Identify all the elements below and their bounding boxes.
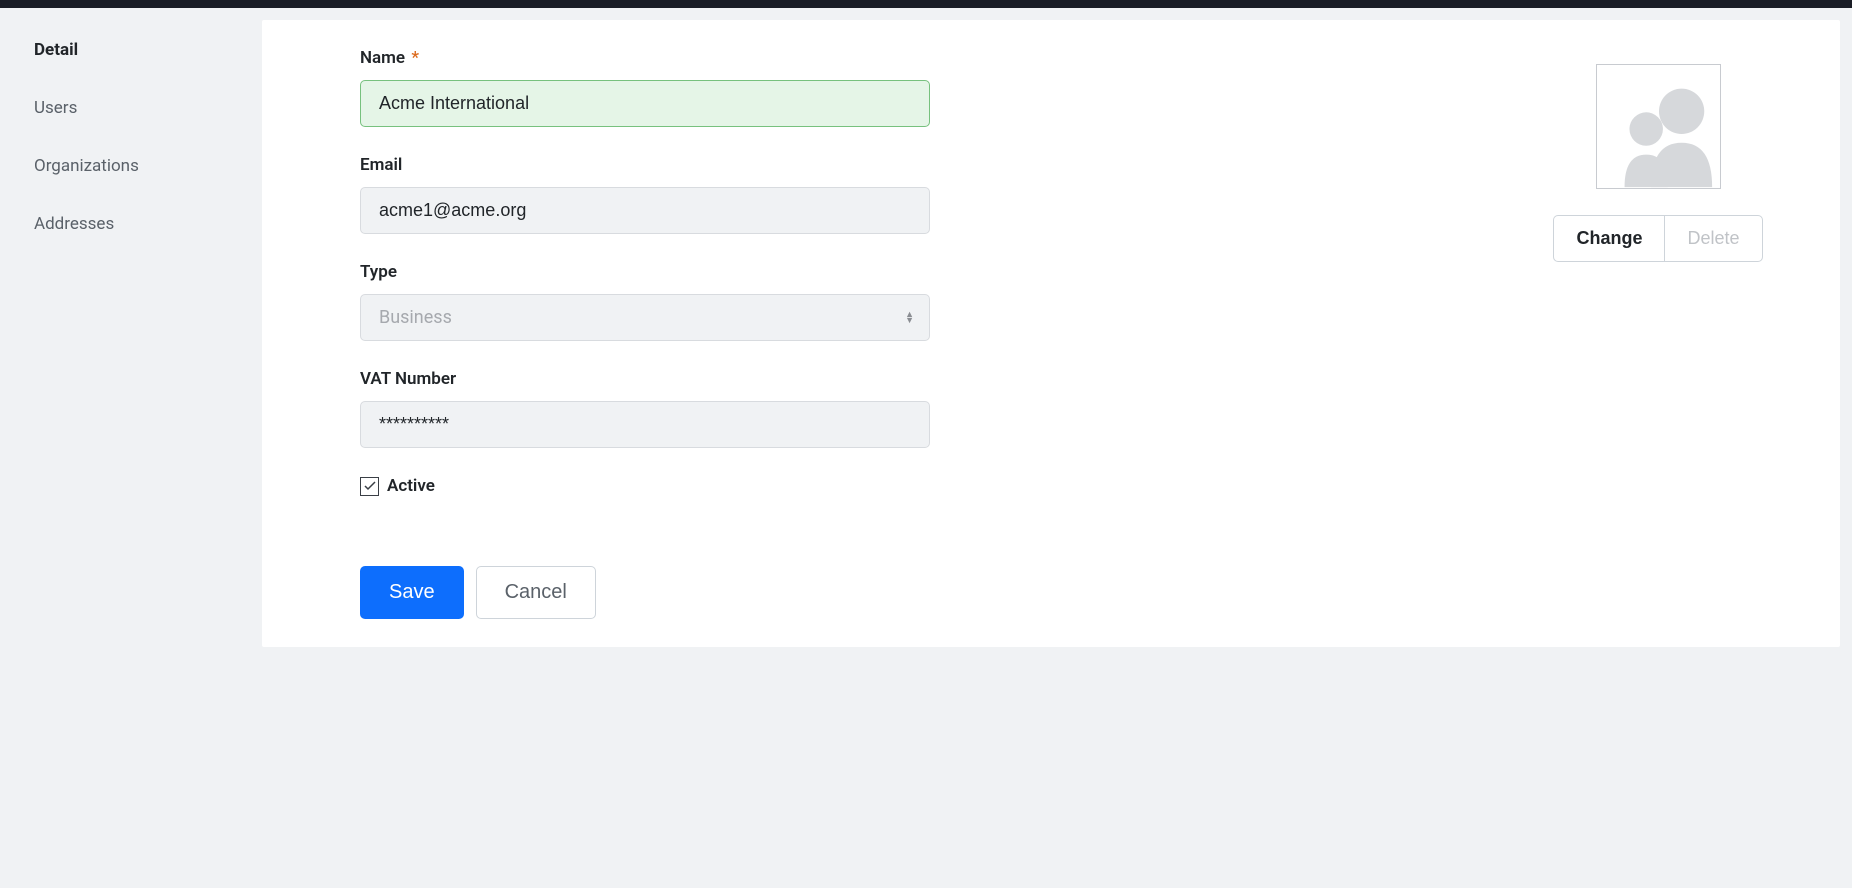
button-row: Save Cancel (360, 566, 1468, 619)
sidebar-item-label: Addresses (34, 214, 114, 234)
main-panel: Name * Email Type Business ▲ ▼ (262, 20, 1840, 647)
vat-group: VAT Number (360, 369, 1468, 448)
name-label: Name * (360, 48, 1468, 68)
sidebar: Detail Users Organizations Addresses (12, 20, 262, 647)
active-group: Active (360, 476, 1468, 496)
sidebar-item-label: Detail (34, 40, 78, 60)
sidebar-item-label: Organizations (34, 156, 139, 176)
avatar-buttons: Change Delete (1553, 215, 1762, 262)
active-label: Active (387, 476, 435, 496)
required-star-icon: * (411, 48, 419, 68)
type-select-wrap: Business ▲ ▼ (360, 294, 930, 341)
vat-input[interactable] (360, 401, 930, 448)
form-area: Name * Email Type Business ▲ ▼ (262, 48, 1508, 619)
name-group: Name * (360, 48, 1468, 127)
delete-avatar-button[interactable]: Delete (1664, 215, 1762, 262)
check-icon (364, 481, 376, 491)
sidebar-item-label: Users (34, 98, 77, 118)
email-label: Email (360, 155, 1468, 175)
active-checkbox[interactable] (360, 477, 379, 496)
email-input[interactable] (360, 187, 930, 234)
save-button[interactable]: Save (360, 566, 464, 619)
cancel-button[interactable]: Cancel (476, 566, 596, 619)
avatar-area: Change Delete (1508, 48, 1808, 619)
sidebar-item-detail[interactable]: Detail (34, 30, 262, 70)
email-group: Email (360, 155, 1468, 234)
type-select[interactable]: Business (360, 294, 930, 341)
vat-label: VAT Number (360, 369, 1468, 389)
sidebar-item-users[interactable]: Users (34, 88, 262, 128)
name-label-text: Name (360, 48, 405, 68)
name-input[interactable] (360, 80, 930, 127)
layout: Detail Users Organizations Addresses Nam… (0, 8, 1852, 659)
people-silhouette-icon (1597, 73, 1720, 188)
change-avatar-button[interactable]: Change (1553, 215, 1664, 262)
type-group: Type Business ▲ ▼ (360, 262, 1468, 341)
sidebar-item-organizations[interactable]: Organizations (34, 146, 262, 186)
type-label: Type (360, 262, 1468, 282)
avatar-image (1596, 64, 1721, 189)
sidebar-item-addresses[interactable]: Addresses (34, 204, 262, 244)
top-bar (0, 0, 1852, 8)
